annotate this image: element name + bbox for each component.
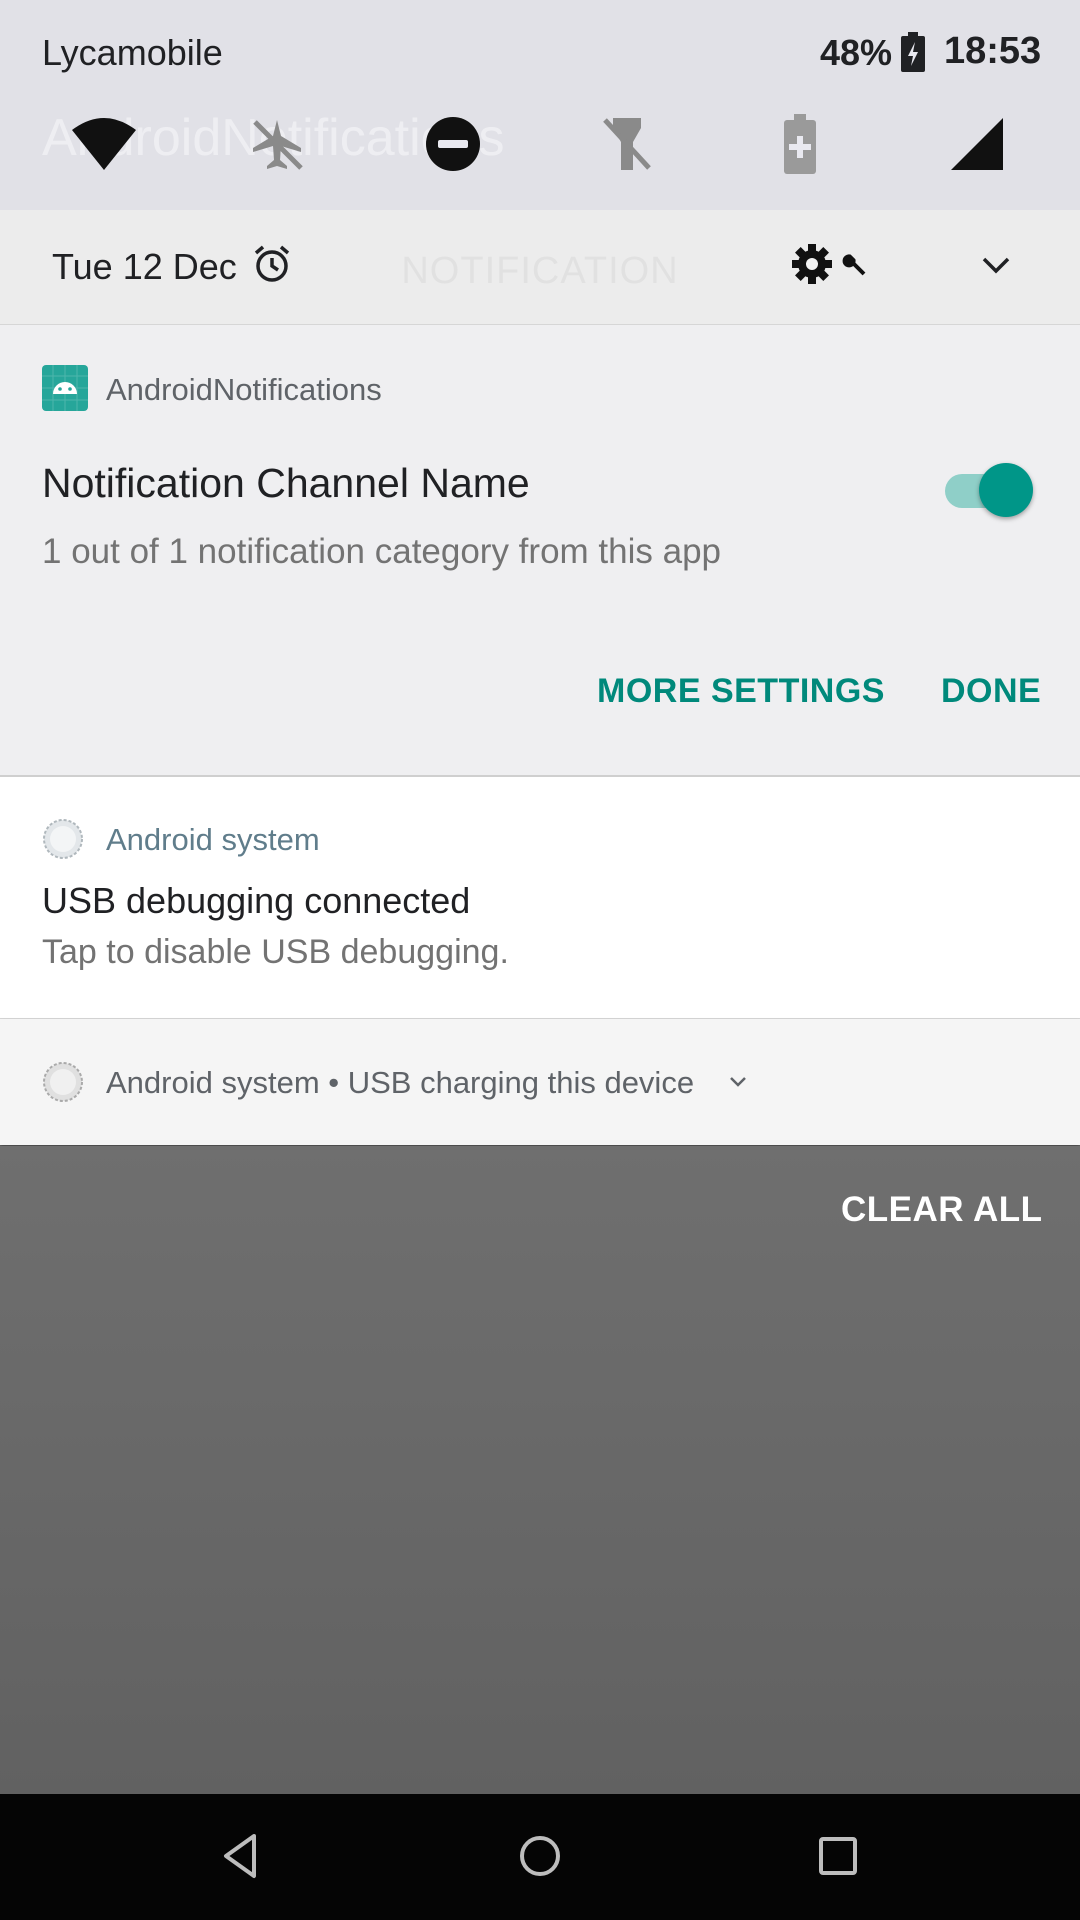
recents-icon[interactable] (808, 1826, 868, 1886)
home-icon[interactable] (510, 1826, 570, 1886)
battery-percentage: 48% (820, 32, 893, 73)
done-button[interactable]: DONE (941, 672, 1041, 711)
expand-chevron-icon[interactable] (978, 250, 1014, 280)
notification-shade-scrim (0, 1146, 1080, 1794)
toggle-thumb (979, 463, 1033, 517)
notification-text: Tap to disable USB debugging. (42, 933, 509, 971)
channel-name: Notification Channel Name (42, 460, 530, 506)
wrench-icon (842, 252, 868, 278)
notification-title: USB debugging connected (42, 880, 471, 921)
cellular-signal-icon[interactable] (945, 112, 1009, 176)
alarm-icon[interactable] (252, 244, 292, 284)
notification-summary: Android system • USB charging this devic… (106, 1065, 695, 1100)
android-system-icon (42, 818, 84, 860)
channel-app-name: AndroidNotifications (106, 372, 382, 407)
status-clock: 18:53 (944, 30, 1042, 72)
channel-description: 1 out of 1 notification category from th… (42, 532, 721, 571)
airplane-mode-off-icon[interactable] (245, 112, 309, 176)
battery-saver-icon[interactable] (768, 112, 832, 176)
notification-app-name: Android system (106, 822, 320, 857)
android-app-icon (42, 365, 88, 411)
battery-charging-icon (900, 32, 926, 72)
settings-gear-icon[interactable] (790, 242, 834, 286)
clear-all-button[interactable]: CLEAR ALL (841, 1190, 1043, 1230)
carrier-name: Lycamobile (42, 32, 223, 73)
channel-toggle-switch[interactable] (945, 463, 1033, 517)
expand-chevron-icon[interactable] (726, 1072, 750, 1092)
do-not-disturb-icon[interactable] (421, 112, 485, 176)
date-label[interactable]: Tue 12 Dec (52, 246, 237, 288)
wifi-icon[interactable] (72, 112, 136, 176)
more-settings-button[interactable]: MORE SETTINGS (597, 672, 885, 711)
back-icon[interactable] (212, 1826, 272, 1886)
android-system-icon (42, 1061, 84, 1103)
flashlight-off-icon[interactable] (595, 112, 659, 176)
